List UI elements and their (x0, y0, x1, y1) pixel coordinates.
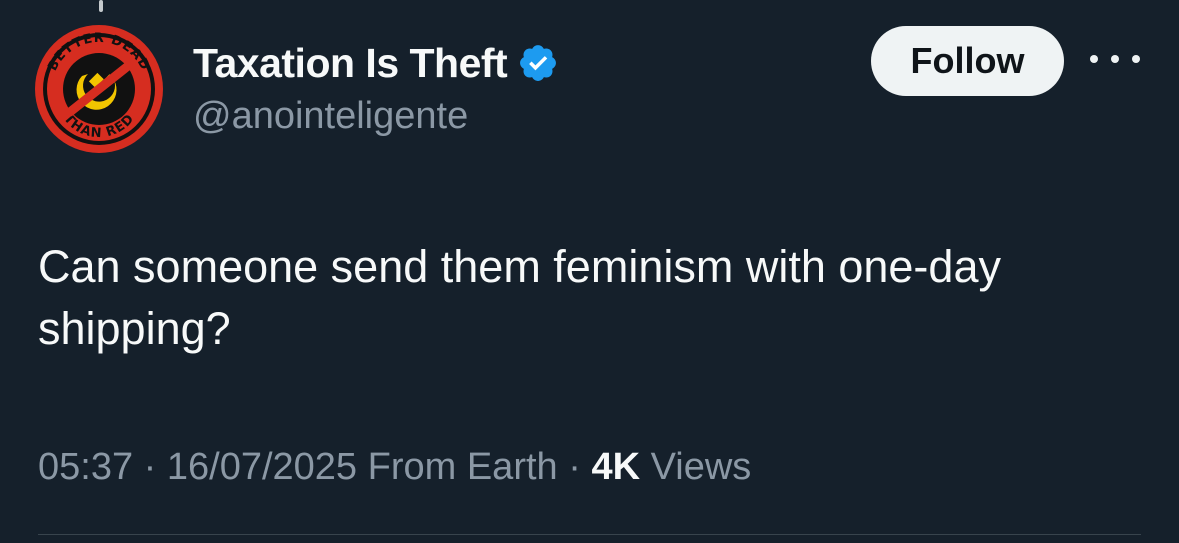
avatar[interactable]: BETTER DEAD THAN RED (34, 24, 164, 154)
tweet-meta: 05:37 · 16/07/2025 From Earth · 4K Views (38, 446, 751, 489)
more-options-icon[interactable] (1090, 44, 1140, 74)
more-dot (1132, 55, 1140, 63)
display-name-row: Taxation Is Theft (193, 38, 559, 88)
divider (38, 534, 1141, 535)
views-count[interactable]: 4K (591, 446, 640, 488)
meta-separator: · (568, 446, 581, 488)
display-name[interactable]: Taxation Is Theft (193, 40, 508, 87)
views-label: Views (650, 446, 752, 488)
thread-connector-line (99, 0, 103, 12)
verified-badge-icon[interactable] (517, 42, 559, 84)
tweet-date[interactable]: 16/07/2025 (167, 446, 357, 488)
tweet-source: From Earth (367, 446, 558, 488)
tweet-time[interactable]: 05:37 (38, 446, 133, 488)
tweet-text: Can someone send them feminism with one-… (38, 241, 1001, 354)
anti-communist-badge-icon: BETTER DEAD THAN RED (35, 25, 163, 153)
user-handle[interactable]: @anointeligente (193, 95, 559, 138)
meta-separator: · (143, 446, 157, 488)
follow-button[interactable]: Follow (871, 26, 1064, 96)
author-info: Taxation Is Theft @anointeligente (193, 38, 559, 138)
more-dot (1111, 55, 1119, 63)
more-dot (1090, 55, 1098, 63)
